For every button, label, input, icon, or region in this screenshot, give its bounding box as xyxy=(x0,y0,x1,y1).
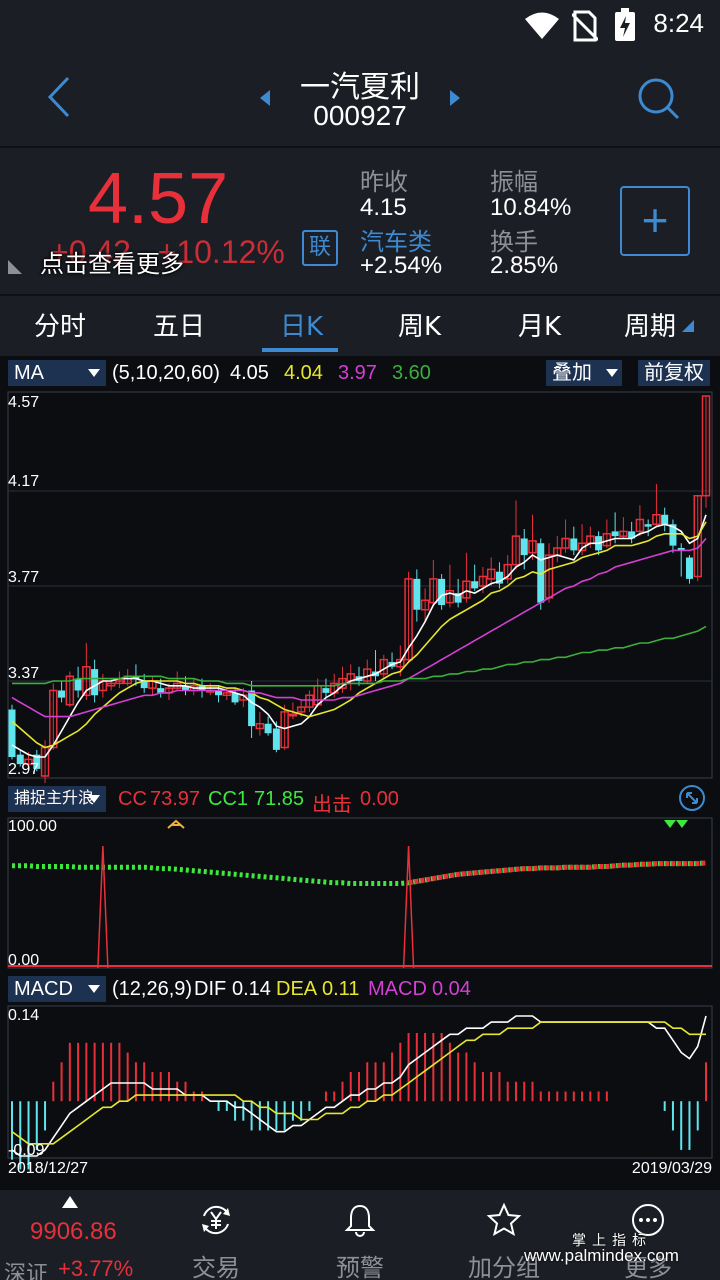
cc-y-bottom-label: 0.00 xyxy=(8,952,40,969)
prev-close-value: 4.15 xyxy=(360,194,407,221)
candle-body xyxy=(248,690,256,727)
nav-trade-label: 交易 xyxy=(192,1254,240,1280)
corner-triangle-icon xyxy=(8,260,22,274)
turnover-value: 2.85% xyxy=(490,252,559,279)
watermark-line2: www.palmindex.com xyxy=(524,1246,679,1265)
index-value: 9906.86 xyxy=(30,1218,117,1245)
ma-line-ma20 xyxy=(11,537,707,718)
battery-charging-icon xyxy=(615,8,635,41)
macd-y-top-label: 0.14 xyxy=(8,1007,40,1024)
panel-frame xyxy=(7,817,713,969)
cc-y-top-label: 100.00 xyxy=(8,818,57,835)
y-tick-label: 2.97 xyxy=(8,761,40,778)
active-tab-indicator xyxy=(262,348,338,352)
candle-body xyxy=(570,538,578,551)
tab-five-day[interactable]: 五日 xyxy=(153,306,205,343)
next-stock-icon[interactable] xyxy=(444,86,464,110)
tab-weekly-k[interactable]: 周K xyxy=(398,306,441,343)
candle-body xyxy=(644,524,652,527)
candle-body xyxy=(91,669,99,696)
amplitude-label: 振幅 xyxy=(490,168,538,196)
tab-period[interactable]: 周期 xyxy=(624,306,676,343)
start-date-label: 2018/12/27 xyxy=(8,1160,89,1177)
tab-intraday[interactable]: 分时 xyxy=(34,306,86,343)
prev-close-label: 昨收 xyxy=(360,168,408,196)
search-icon[interactable] xyxy=(634,74,684,124)
candle-body xyxy=(685,557,693,579)
current-price: 4.57 xyxy=(88,159,229,239)
status-time: 8:24 xyxy=(653,8,704,38)
y-tick-label: 3.37 xyxy=(8,665,40,682)
view-more-tip[interactable]: 点击查看更多 xyxy=(40,244,184,279)
candle-body xyxy=(74,678,82,691)
tab-daily-k[interactable]: 日K xyxy=(280,306,323,343)
ma-line-ma10 xyxy=(11,521,707,749)
y-tick-label: 3.77 xyxy=(8,569,40,586)
tab-monthly-k[interactable]: 月K xyxy=(518,306,561,343)
y-tick-label: 4.57 xyxy=(8,394,40,411)
candle-body xyxy=(661,514,669,525)
candle-body xyxy=(58,690,66,698)
candle-body xyxy=(8,709,16,757)
plus-icon: + xyxy=(641,194,669,246)
candle-body xyxy=(413,578,421,610)
candle-body xyxy=(264,723,272,734)
dropdown-corner-icon xyxy=(682,320,694,332)
wifi-icon xyxy=(525,12,559,39)
candle-body xyxy=(322,688,330,693)
quote-panel[interactable]: 4.57 +0.42 +10.12% 点击查看更多 联 昨收 4.15 汽车类 … xyxy=(0,148,720,294)
candle-body xyxy=(288,713,298,717)
end-date-label: 2019/03/29 xyxy=(631,1160,712,1177)
nav-trade[interactable]: 交易 xyxy=(156,1190,276,1280)
macd-y-bottom-label: -0.09 xyxy=(8,1142,45,1159)
status-bar: 8:24 xyxy=(0,0,720,52)
stock-code: 000927 xyxy=(313,100,407,131)
nav-alert[interactable]: 预警 xyxy=(300,1190,420,1280)
sector-change: +2.54% xyxy=(360,252,443,279)
period-tabs: 分时 五日 日K 周K 月K 周期 xyxy=(0,296,720,354)
panel-frame xyxy=(7,391,713,779)
candle-body xyxy=(611,531,619,537)
nav-add-group[interactable]: 加分组 xyxy=(444,1190,564,1280)
amplitude-value: 10.84% xyxy=(490,194,572,221)
no-sim-icon xyxy=(572,10,598,42)
candle-body xyxy=(438,578,446,605)
linked-button[interactable]: 联 xyxy=(302,230,338,266)
sell-signal-icon xyxy=(664,820,688,828)
y-tick-label: 4.17 xyxy=(8,473,40,490)
bell-icon xyxy=(344,1204,376,1237)
header: 一汽夏利 000927 xyxy=(0,52,720,146)
yen-exchange-icon xyxy=(202,1205,230,1235)
chart-area[interactable]: MA (5,10,20,60) 4.05 4.04 3.97 3.60 叠加 前… xyxy=(0,356,720,1190)
chart-canvas[interactable] xyxy=(0,356,720,1190)
buy-signal-icon xyxy=(167,819,185,829)
signal-spike xyxy=(402,845,415,969)
up-arrow-icon xyxy=(62,1196,78,1208)
candle-body xyxy=(520,538,528,556)
index-name: 深证 xyxy=(4,1262,49,1280)
candle-body xyxy=(272,728,280,750)
add-watchlist-button[interactable]: + xyxy=(620,186,690,256)
star-icon xyxy=(486,1202,522,1237)
candle-body xyxy=(471,581,479,589)
index-change: +3.77% xyxy=(58,1256,134,1280)
nav-alert-label: 预警 xyxy=(336,1254,384,1280)
signal-spike xyxy=(97,845,109,969)
